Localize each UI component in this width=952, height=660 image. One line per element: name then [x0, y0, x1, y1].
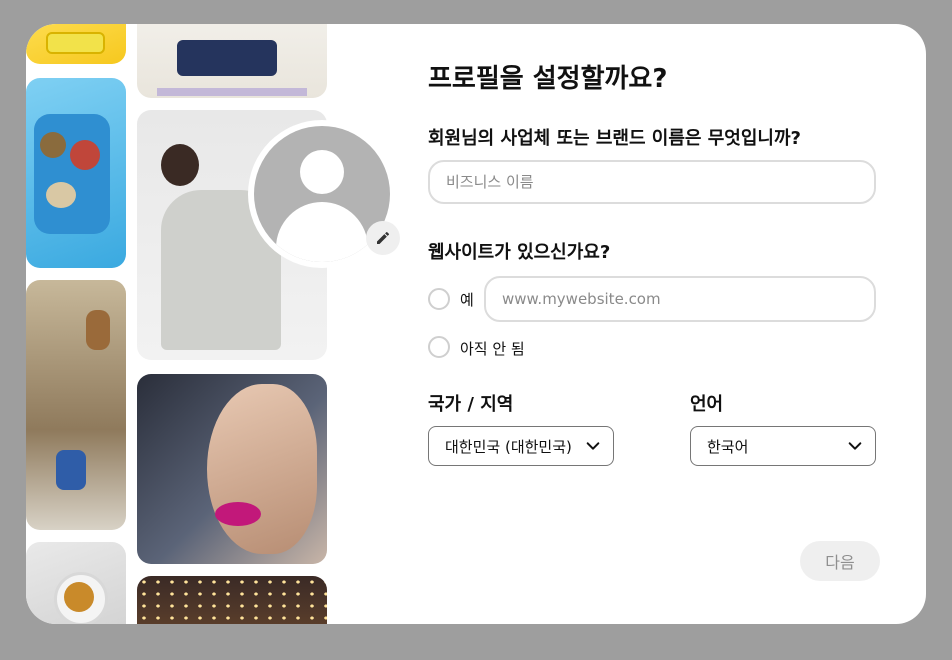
pencil-icon [377, 231, 390, 244]
next-button[interactable]: 다음 [800, 541, 880, 581]
image-tile-snack-bowl [26, 542, 126, 624]
website-url-input[interactable] [484, 276, 876, 322]
edit-avatar-button[interactable] [366, 221, 400, 255]
image-tile-portrait-woman [137, 374, 327, 564]
language-select[interactable]: 한국어 [690, 426, 876, 466]
image-tile-toy-car [26, 24, 126, 64]
country-select[interactable]: 대한민국 (대한민국) [428, 426, 614, 466]
chevron-down-icon [848, 442, 862, 450]
website-yes-radio[interactable] [428, 288, 450, 310]
image-tile-food-plate [26, 78, 126, 268]
country-select-value: 대한민국 (대한민국) [445, 437, 572, 456]
image-tile-kids-room [26, 280, 126, 530]
website-label: 웹사이트가 있으신가요? [428, 242, 611, 263]
image-tile-living-room [137, 24, 327, 98]
page-title: 프로필을 설정할까요? [428, 64, 668, 94]
profile-setup-dialog: 프로필을 설정할까요? 회원님의 사업체 또는 브랜드 이름은 무엇입니까? 웹… [26, 24, 926, 624]
language-select-value: 한국어 [707, 437, 749, 456]
country-label: 국가 / 지역 [428, 394, 514, 415]
website-yes-label: 예 [460, 291, 474, 309]
chevron-down-icon [586, 442, 600, 450]
image-tile-night-market [137, 576, 327, 624]
language-label: 언어 [690, 394, 724, 415]
website-not-yet-radio[interactable] [428, 336, 450, 358]
website-not-yet-label: 아직 안 됨 [460, 340, 525, 358]
business-name-input[interactable] [428, 160, 876, 204]
business-name-label: 회원님의 사업체 또는 브랜드 이름은 무엇입니까? [428, 128, 801, 149]
